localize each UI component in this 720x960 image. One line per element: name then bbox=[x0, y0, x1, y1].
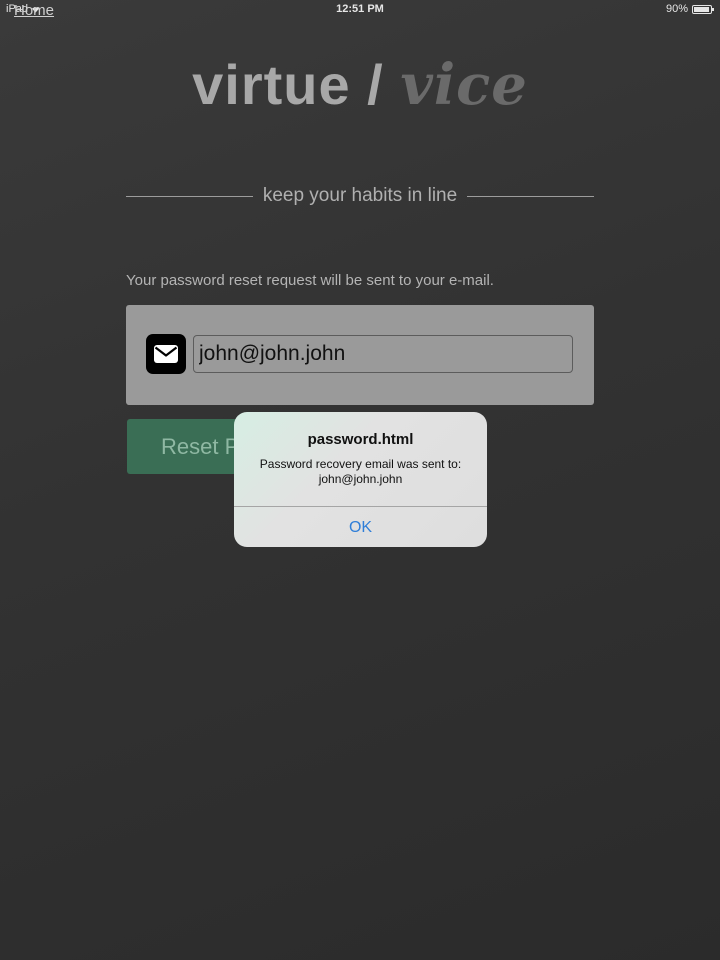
alert-message-line1: Password recovery email was sent to: bbox=[259, 457, 462, 471]
battery-icon bbox=[692, 4, 714, 14]
logo-virtue: virtue bbox=[192, 53, 351, 116]
email-input[interactable] bbox=[193, 335, 573, 373]
logo-separator: / bbox=[350, 53, 401, 116]
tagline-left-rule bbox=[126, 195, 253, 197]
status-right: 90% bbox=[665, 3, 714, 15]
status-bar: iPad Home 12:51 PM 90% bbox=[0, 0, 720, 20]
battery-percent: 90% bbox=[665, 3, 688, 15]
envelope-icon bbox=[154, 345, 178, 363]
mail-icon bbox=[146, 334, 186, 374]
alert-message: Password recovery email was sent to: joh… bbox=[244, 457, 477, 487]
alert-message-line2: john@john.john bbox=[318, 472, 403, 486]
tagline-right-rule bbox=[467, 195, 594, 197]
tagline: keep your habits in line bbox=[126, 183, 594, 209]
tagline-text: keep your habits in line bbox=[262, 185, 458, 206]
status-time: 12:51 PM bbox=[336, 3, 384, 15]
email-panel bbox=[126, 305, 594, 405]
alert-dialog: password.html Password recovery email wa… bbox=[234, 412, 487, 547]
logo-vice: vice bbox=[400, 52, 528, 118]
app-logo: virtue / vice bbox=[0, 52, 720, 118]
alert-ok-button[interactable]: OK bbox=[234, 507, 487, 547]
alert-title: password.html bbox=[307, 431, 414, 448]
reset-instruction: Your password reset request will be sent… bbox=[126, 272, 494, 289]
